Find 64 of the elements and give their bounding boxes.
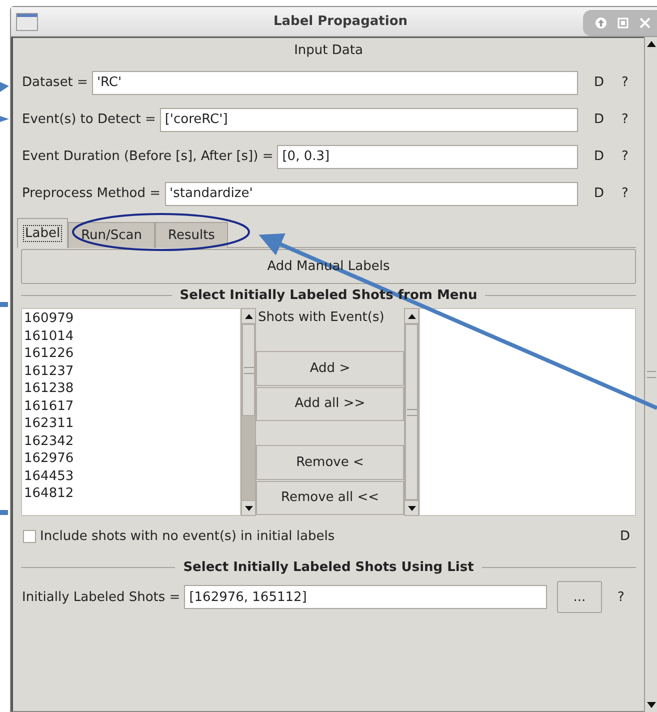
field-label: Dataset = [21,75,88,90]
field-label: Preprocess Method = [21,186,161,201]
default-button[interactable]: D [588,75,610,90]
list-item[interactable]: 161226 [22,345,240,362]
section-title: Select Initially Labeled Shots Using List [183,560,474,574]
default-button[interactable]: D [588,112,610,127]
transfer-button[interactable]: Add > [256,351,404,386]
list-item[interactable]: 161238 [22,380,240,398]
transfer-button[interactable]: Add all >> [256,386,404,421]
tab[interactable]: Results [155,222,228,248]
arrow-tip [0,116,9,122]
section-title: Select Initially Labeled Shots from Menu [180,288,478,302]
transfer-button[interactable]: Remove < [256,445,404,480]
arrow-tip [0,302,8,307]
list-item[interactable]: 162342 [22,432,240,450]
shot-list[interactable]: 160979 161014 161226 161237 161238 161617 162311 162342 162976 164453 164812 [21,308,241,516]
help-button[interactable]: ? [606,590,636,604]
help-button[interactable]: ? [614,149,636,164]
section-heading: Input Data [293,42,364,60]
input-field[interactable]: 'standardize' [164,182,578,206]
list-item[interactable]: 162311 [22,415,240,432]
field-label: Event(s) to Detect = [21,112,156,127]
input-field[interactable]: 'RC' [92,70,578,94]
tab[interactable]: Label [17,218,68,248]
help-button[interactable]: ? [614,186,636,201]
scrollbar[interactable] [241,308,256,516]
scrollbar[interactable] [644,37,657,712]
field-label: Initially Labeled Shots = [21,590,180,604]
input-field[interactable]: [0, 0.3] [277,144,578,168]
checkbox-label: Include shots with no event(s) in initial labels [40,528,336,544]
window-icon [16,12,38,30]
scroll-down-icon[interactable] [646,702,656,708]
scroll-up-icon[interactable] [408,314,416,318]
window-title: Label Propagation [272,14,409,29]
maximize-icon[interactable] [617,16,629,28]
list-item[interactable]: 164812 [22,485,240,502]
scroll-up-icon[interactable] [646,41,656,47]
list-header: Shots with Event(s) [257,309,386,325]
scroll-down-icon[interactable] [408,506,416,510]
list-item[interactable]: 161617 [22,398,240,415]
transfer-button[interactable]: Remove all << [256,480,404,516]
shade-icon[interactable] [595,16,607,28]
input-field[interactable]: ['coreRC'] [160,108,578,132]
default-button[interactable]: D [588,186,610,201]
arrow-tip [0,82,9,92]
help-button[interactable]: ? [614,112,636,127]
browse-button[interactable]: ... [557,581,602,613]
close-icon[interactable] [639,16,651,28]
default-button[interactable]: D [588,149,610,164]
list-item[interactable]: 164453 [22,468,240,485]
default-button[interactable]: D [614,528,636,544]
scrollbar[interactable] [404,308,419,516]
list-item[interactable]: 161237 [22,362,240,380]
help-button[interactable]: ? [614,75,636,90]
tab[interactable]: Run/Scan [68,222,155,248]
arrow-tip [0,510,8,515]
field-label: Event Duration (Before [s], After [s]) = [21,149,274,164]
input-field[interactable]: [162976, 165112] [184,585,547,609]
list-item[interactable]: 161014 [22,328,240,345]
checkbox[interactable] [23,530,36,542]
list-item[interactable]: 162976 [22,450,240,468]
list-item[interactable]: 160979 [22,310,240,328]
scroll-down-icon[interactable] [244,506,252,510]
scroll-up-icon[interactable] [244,314,252,318]
